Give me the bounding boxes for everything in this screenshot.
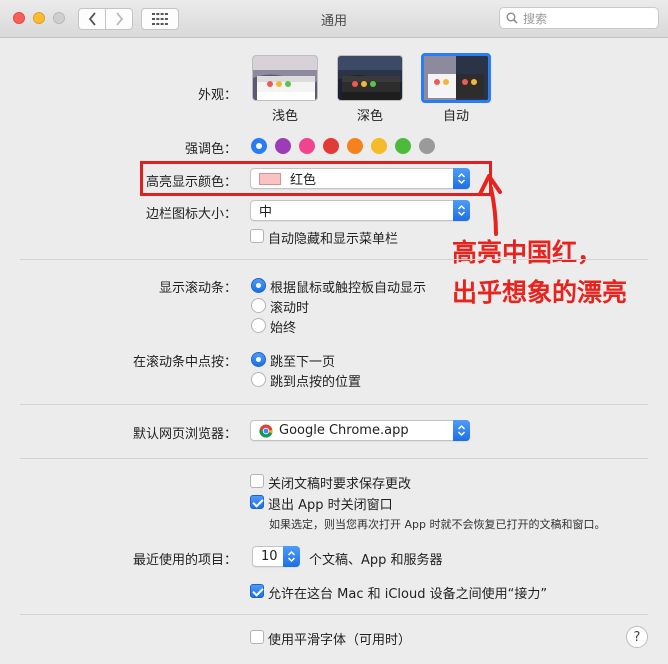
chrome-icon — [259, 424, 273, 438]
jump-next-page-radio[interactable] — [251, 352, 266, 367]
handoff-label: 允许在这台 Mac 和 iCloud 设备之间使用“接力” — [268, 587, 548, 602]
appearance-light-caption: 浅色 — [271, 109, 298, 124]
menubar-autohide-checkbox[interactable] — [250, 229, 264, 243]
separator — [20, 404, 648, 405]
font-smoothing-checkbox[interactable] — [250, 630, 264, 644]
font-smoothing-label: 使用平滑字体（可用时） — [268, 633, 412, 648]
accent-label: 强调色： — [184, 142, 237, 157]
separator — [20, 458, 648, 459]
ask-keep-changes-checkbox[interactable] — [250, 474, 264, 488]
close-windows-note: 如果选定，则当您再次打开 App 时就不会恢复已打开的文稿和窗口。 — [269, 518, 606, 531]
appearance-dark-thumb[interactable] — [337, 55, 403, 101]
close-windows-checkbox[interactable] — [250, 495, 264, 509]
annotation-line-2: 出乎想象的漂亮 — [452, 278, 628, 307]
title-bar: 通用 搜索 — [0, 0, 668, 38]
accent-color-swatch[interactable] — [419, 138, 435, 154]
scrollbars-always-label: 始终 — [270, 321, 297, 336]
jump-to-spot-radio[interactable] — [251, 372, 266, 387]
appearance-auto-thumb[interactable] — [421, 53, 491, 103]
appearance-auto-caption: 自动 — [442, 109, 469, 124]
annotation-arrow-icon — [478, 174, 502, 236]
default-browser-popup[interactable]: Google Chrome.app — [250, 420, 470, 441]
jump-next-page-label: 跳至下一页 — [270, 355, 336, 370]
scrollbars-scrolling-radio[interactable] — [251, 298, 266, 313]
sidebar-icon-size-popup[interactable]: 中 — [250, 200, 470, 221]
menubar-autohide-label: 自动隐藏和显示菜单栏 — [268, 232, 399, 247]
popup-stepper-icon — [453, 200, 470, 221]
appearance-dark-caption: 深色 — [356, 109, 383, 124]
scrollbars-always-radio[interactable] — [251, 318, 266, 333]
recent-items-count-popup[interactable]: 10 — [252, 546, 300, 567]
search-field[interactable]: 搜索 — [499, 7, 659, 29]
popup-stepper-icon — [453, 420, 470, 441]
recent-items-suffix: 个文稿、App 和服务器 — [309, 553, 443, 568]
sidebar-icon-size-label: 边栏图标大小： — [145, 207, 237, 222]
appearance-light-thumb[interactable] — [252, 55, 318, 101]
default-browser-label: 默认网页浏览器： — [132, 427, 237, 442]
help-button[interactable]: ? — [626, 626, 648, 648]
recent-items-label: 最近使用的项目： — [132, 553, 237, 568]
default-browser-value: Google Chrome.app — [279, 423, 409, 438]
click-scrollbar-label: 在滚动条中点按： — [132, 355, 237, 370]
search-icon — [506, 12, 518, 24]
scrollbars-auto-label: 根据鼠标或触控板自动显示 — [270, 281, 427, 296]
accent-color-swatch[interactable] — [323, 138, 339, 154]
popup-stepper-icon — [283, 546, 300, 567]
accent-color-swatch[interactable] — [251, 138, 267, 154]
sidebar-icon-size-value: 中 — [259, 205, 273, 220]
accent-color-swatch[interactable] — [299, 138, 315, 154]
accent-color-swatch[interactable] — [395, 138, 411, 154]
separator — [20, 259, 648, 260]
show-scrollbars-label: 显示滚动条： — [158, 281, 237, 296]
close-windows-label: 退出 App 时关闭窗口 — [268, 498, 393, 513]
search-placeholder: 搜索 — [523, 11, 548, 26]
ask-keep-changes-label: 关闭文稿时要求保存更改 — [268, 477, 412, 492]
scrollbars-auto-radio[interactable] — [251, 278, 266, 293]
jump-to-spot-label: 跳到点按的位置 — [270, 375, 362, 390]
scrollbars-scrolling-label: 滚动时 — [270, 301, 310, 316]
appearance-label: 外观： — [197, 88, 237, 103]
accent-color-swatch[interactable] — [347, 138, 363, 154]
handoff-checkbox[interactable] — [250, 584, 264, 598]
accent-color-swatch[interactable] — [371, 138, 387, 154]
separator — [20, 614, 648, 615]
highlight-annotation-box — [140, 161, 492, 196]
accent-color-swatch[interactable] — [275, 138, 291, 154]
annotation-line-1: 高亮中国红， — [452, 238, 603, 267]
recent-items-count-value: 10 — [261, 549, 278, 564]
